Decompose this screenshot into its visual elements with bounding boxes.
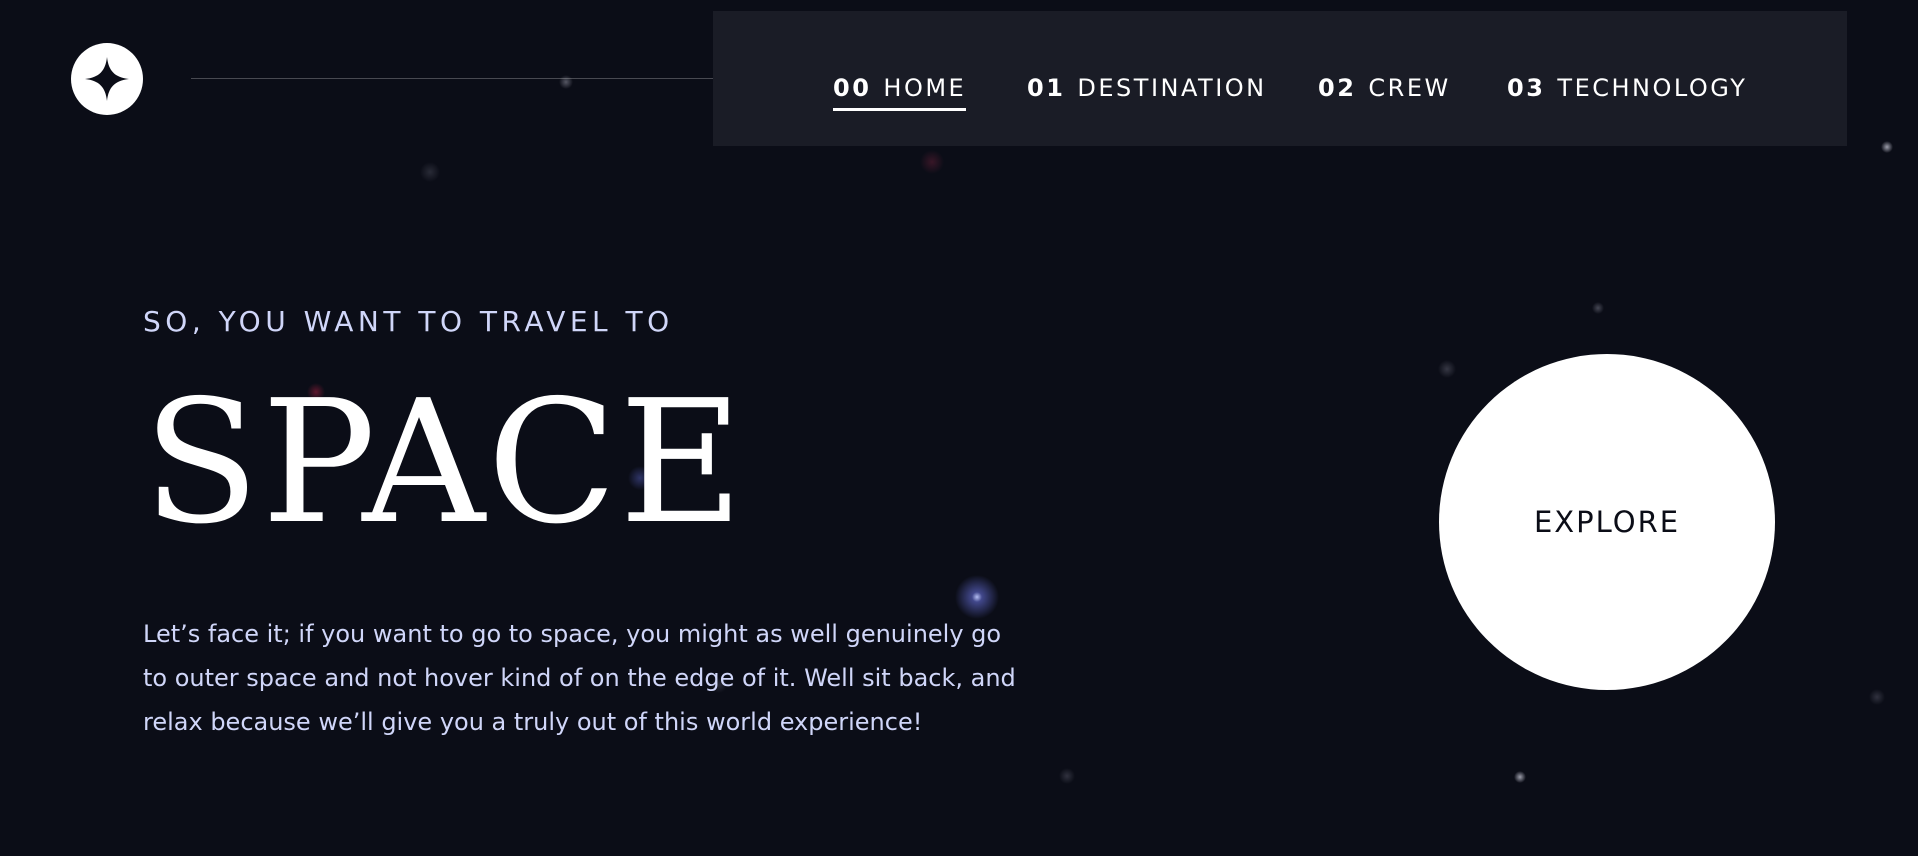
- header-divider-line: [191, 78, 713, 79]
- explore-button[interactable]: EXPLORE: [1439, 354, 1775, 690]
- nav-item-label: DESTINATION: [1077, 74, 1267, 102]
- nav-item-number: 02: [1318, 74, 1357, 102]
- nav-item-home[interactable]: 00 HOME: [833, 74, 967, 111]
- nav-item-number: 01: [1027, 74, 1066, 102]
- hero-description: Let’s face it; if you want to go to spac…: [143, 620, 1016, 736]
- nav-item-label: CREW: [1368, 74, 1451, 102]
- hero-subtitle: SO, YOU WANT TO TRAVEL TO: [143, 305, 674, 338]
- nav-item-label: HOME: [883, 74, 967, 102]
- nav-item-number: 00: [833, 74, 872, 102]
- site-header: 00 HOME 01 DESTINATION 02 CREW 03 TECHNOLOGY: [0, 0, 1918, 146]
- nav-item-number: 03: [1507, 74, 1546, 102]
- main-nav: 00 HOME 01 DESTINATION 02 CREW 03 TECHNOLOGY: [713, 11, 1847, 146]
- hero-title: SPACE: [143, 364, 746, 562]
- nav-item-destination[interactable]: 01 DESTINATION: [1027, 74, 1267, 114]
- nav-item-technology[interactable]: 03 TECHNOLOGY: [1507, 74, 1747, 114]
- nav-item-label: TECHNOLOGY: [1557, 74, 1748, 102]
- four-point-star-icon: [85, 57, 129, 101]
- nav-item-crew[interactable]: 02 CREW: [1318, 74, 1451, 114]
- logo[interactable]: [71, 43, 143, 115]
